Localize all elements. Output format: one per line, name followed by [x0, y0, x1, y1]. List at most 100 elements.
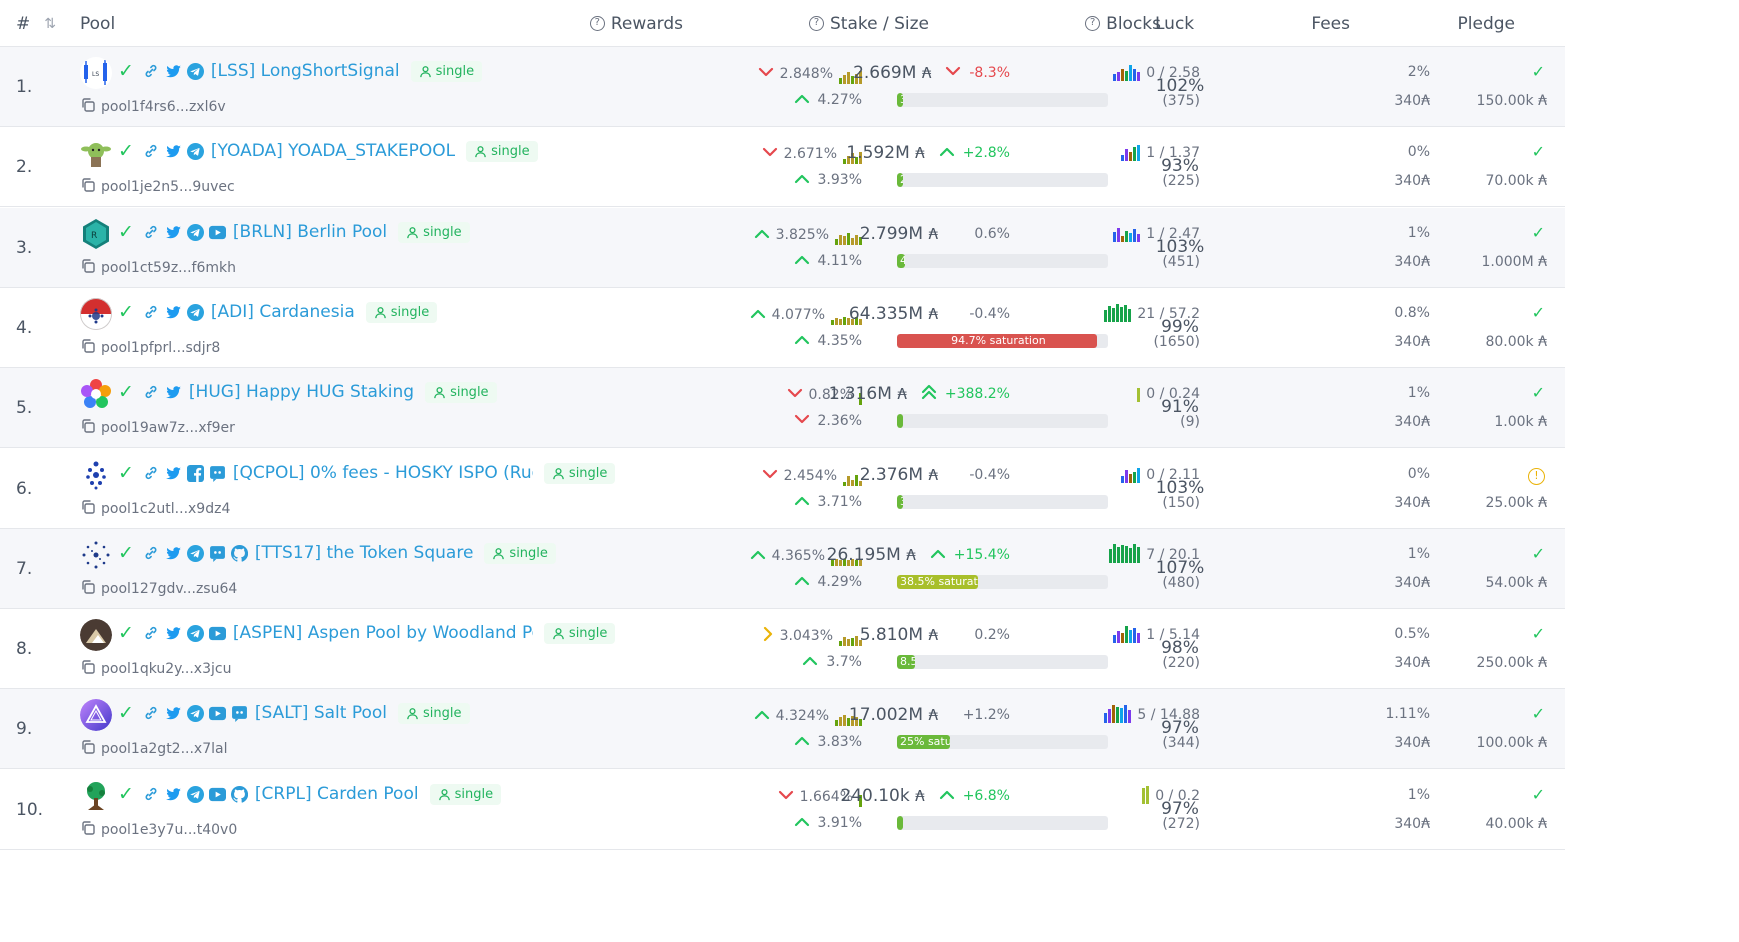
twitter-icon[interactable]	[165, 63, 182, 80]
table-row[interactable]: 1. LS ✓ [LSS] LongShortSignal single poo…	[0, 47, 1565, 127]
pool-name-link[interactable]: [YOADA] YOADA_STAKEPOOL	[211, 141, 455, 161]
telegram-icon[interactable]	[186, 624, 204, 642]
pledge-header[interactable]: Pledge	[1458, 0, 1515, 47]
blocks-history-chart[interactable]	[1104, 302, 1132, 322]
table-row[interactable]: 6. ✓ [QCPOL] 0% fees - HOSKY ISPO (Rug s…	[0, 449, 1565, 529]
telegram-icon[interactable]	[186, 704, 204, 722]
twitter-icon[interactable]	[165, 705, 182, 722]
pool-name-link[interactable]: [QCPOL] 0% fees - HOSKY ISPO (Rug	[233, 463, 533, 483]
table-row[interactable]: 5. ✓ [HUG] Happy HUG Staking single pool…	[0, 368, 1565, 448]
youtube-icon[interactable]	[208, 224, 226, 241]
copy-icon[interactable]	[80, 338, 96, 358]
table-row[interactable]: 7. ✓ [TTS17] the Token Square single poo…	[0, 529, 1565, 609]
table-row[interactable]: 4. ✓ [ADI] Cardanesia single pool1pfprl.…	[0, 288, 1565, 368]
table-row[interactable]: 8. ✓ [ASPEN] Aspen Pool by Woodland Po s…	[0, 609, 1565, 689]
blocks-history-chart[interactable]	[1137, 382, 1141, 402]
copy-icon[interactable]	[80, 418, 96, 438]
pool-name-link[interactable]: [CRPL] Carden Pool	[255, 784, 419, 804]
rank-header[interactable]: # ⇅	[16, 0, 56, 47]
twitter-icon[interactable]	[165, 384, 182, 401]
discord-icon[interactable]	[231, 705, 248, 722]
pool-name-link[interactable]: [LSS] LongShortSignal	[211, 61, 400, 81]
pool-header[interactable]: Pool	[80, 0, 115, 47]
reward-history-chart[interactable]	[839, 626, 862, 646]
blocks-history-chart[interactable]	[1113, 61, 1141, 81]
link-icon[interactable]	[143, 625, 160, 642]
link-icon[interactable]	[143, 143, 160, 160]
telegram-icon[interactable]	[186, 142, 204, 160]
twitter-icon[interactable]	[165, 304, 182, 321]
link-icon[interactable]	[143, 224, 160, 241]
fees-header[interactable]: Fees	[1311, 0, 1350, 47]
youtube-icon[interactable]	[208, 705, 226, 722]
blocks-history-chart[interactable]	[1113, 623, 1141, 643]
telegram-icon[interactable]	[186, 62, 204, 80]
github-icon[interactable]	[230, 785, 248, 803]
youtube-icon[interactable]	[208, 625, 226, 642]
telegram-icon[interactable]	[186, 303, 204, 321]
table-row[interactable]: 10. ✓ [CRPL] Carden Pool single pool1e3y…	[0, 770, 1565, 850]
link-icon[interactable]	[143, 705, 160, 722]
twitter-icon[interactable]	[165, 625, 182, 642]
twitter-icon[interactable]	[165, 143, 182, 160]
blocks-history-chart[interactable]	[1121, 141, 1141, 161]
hex-logo[interactable]: R	[80, 218, 112, 250]
link-icon[interactable]	[143, 465, 160, 482]
twitter-icon[interactable]	[165, 786, 182, 803]
telegram-icon[interactable]	[186, 785, 204, 803]
copy-icon[interactable]	[80, 739, 96, 759]
stake-header[interactable]: ? Stake / Size	[808, 0, 929, 47]
dots-logo[interactable]	[80, 459, 112, 491]
table-row[interactable]: 9. ✓ [SALT] Salt Pool single pool1a2gt2.…	[0, 689, 1565, 769]
blocks-header[interactable]: ? Blocks	[1085, 0, 1161, 47]
sort-icon[interactable]: ⇅	[44, 16, 56, 32]
tree-logo[interactable]	[80, 780, 112, 812]
table-row[interactable]: 3. R ✓ [BRLN] Berlin Pool single pool1ct…	[0, 208, 1565, 288]
copy-icon[interactable]	[80, 97, 96, 117]
blocks-history-chart[interactable]	[1109, 543, 1141, 563]
twitter-icon[interactable]	[165, 545, 182, 562]
starburst-logo[interactable]	[80, 539, 112, 571]
yoda-logo[interactable]	[80, 137, 112, 169]
twitter-icon[interactable]	[165, 224, 182, 241]
help-icon[interactable]: ?	[589, 16, 605, 31]
github-icon[interactable]	[230, 544, 248, 562]
copy-icon[interactable]	[80, 579, 96, 599]
reward-history-chart[interactable]	[835, 225, 862, 245]
link-icon[interactable]	[143, 304, 160, 321]
help-icon[interactable]: ?	[1085, 16, 1101, 31]
salt-logo[interactable]	[80, 699, 112, 731]
copy-icon[interactable]	[80, 820, 96, 840]
help-icon[interactable]: ?	[808, 16, 824, 31]
pool-name-link[interactable]: [ASPEN] Aspen Pool by Woodland Po	[233, 623, 533, 643]
blocks-history-chart[interactable]	[1142, 784, 1150, 804]
pool-name-link[interactable]: [HUG] Happy HUG Staking	[189, 382, 414, 402]
candlestick-logo[interactable]: LS	[80, 57, 112, 89]
discord-icon[interactable]	[209, 545, 226, 562]
link-icon[interactable]	[143, 545, 160, 562]
copy-icon[interactable]	[80, 499, 96, 519]
twitter-icon[interactable]	[165, 465, 182, 482]
facebook-icon[interactable]	[186, 464, 204, 482]
link-icon[interactable]	[143, 786, 160, 803]
youtube-icon[interactable]	[208, 786, 226, 803]
telegram-icon[interactable]	[186, 223, 204, 241]
link-icon[interactable]	[143, 384, 160, 401]
telegram-icon[interactable]	[186, 544, 204, 562]
discord-icon[interactable]	[209, 465, 226, 482]
aspen-logo[interactable]	[80, 619, 112, 651]
copy-icon[interactable]	[80, 659, 96, 679]
flower-logo[interactable]	[80, 378, 112, 410]
blocks-history-chart[interactable]	[1104, 703, 1132, 723]
pool-name-link[interactable]: [BRLN] Berlin Pool	[233, 222, 387, 242]
cardano-red-logo[interactable]	[80, 298, 112, 330]
link-icon[interactable]	[143, 63, 160, 80]
pool-name-link[interactable]: [TTS17] the Token Square	[255, 543, 474, 563]
blocks-history-chart[interactable]	[1121, 463, 1141, 483]
copy-icon[interactable]	[80, 258, 96, 278]
rewards-header[interactable]: ? Rewards	[589, 0, 683, 47]
copy-icon[interactable]	[80, 177, 96, 197]
blocks-history-chart[interactable]	[1113, 222, 1141, 242]
pool-name-link[interactable]: [ADI] Cardanesia	[211, 302, 355, 322]
pool-name-link[interactable]: [SALT] Salt Pool	[255, 703, 387, 723]
